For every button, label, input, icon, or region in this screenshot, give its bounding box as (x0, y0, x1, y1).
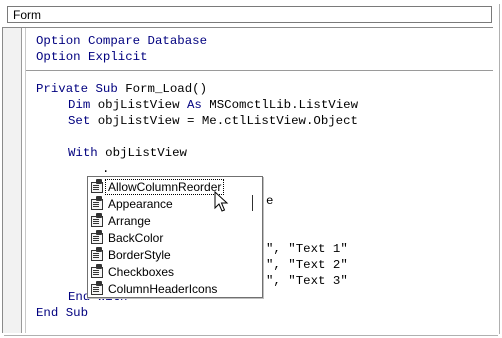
as-keyword: As (186, 98, 202, 112)
object-combo[interactable]: Form (7, 6, 492, 23)
intellisense-item-label: Appearance (108, 196, 173, 211)
code-line-end-sub[interactable]: End Sub (36, 305, 88, 321)
member-dot: . (102, 162, 110, 176)
property-icon (90, 264, 104, 278)
intellisense-scrollbar[interactable] (246, 177, 262, 297)
intellisense-item-label: BackColor (108, 230, 164, 245)
dim-var: objListView (90, 98, 187, 112)
code-line-option-compare[interactable]: Option Compare Database (36, 33, 207, 49)
intellisense-item[interactable]: ColumnHeaderIcons (90, 280, 242, 297)
private-sub-keyword: Private Sub (36, 82, 118, 96)
with-keyword: With (68, 146, 98, 160)
code-partial-e: e (266, 193, 273, 209)
margin-indicator-bar (3, 28, 22, 333)
code-line-sub[interactable]: Private Sub Form_Load() (36, 81, 207, 97)
intellisense-item-label: BorderStyle (108, 247, 171, 262)
property-icon (90, 230, 104, 244)
partial-e-text: e (266, 194, 274, 208)
code-line-text2[interactable]: ", "Text 2" (266, 257, 348, 273)
intellisense-item[interactable]: BackColor (90, 229, 242, 246)
mouse-pointer-icon (214, 191, 229, 212)
property-icon (90, 281, 104, 295)
torn-edge-right (495, 4, 500, 334)
property-icon (90, 179, 104, 193)
procedure-separator (26, 70, 493, 71)
gutter-divider (25, 28, 26, 333)
option-explicit-text: Option Explicit (36, 50, 148, 64)
set-keyword: Set (68, 114, 91, 128)
with-rest: objListView (97, 146, 187, 160)
code-line-set[interactable]: Set objListView = Me.ctlListView.Object (68, 113, 358, 129)
code-line-text3[interactable]: ", "Text 3" (266, 273, 348, 289)
intellisense-item-label: Checkboxes (108, 264, 175, 279)
intellisense-item[interactable]: BorderStyle (90, 246, 242, 263)
intellisense-item-label: ColumnHeaderIcons (108, 281, 218, 296)
object-combo-value: Form (13, 8, 41, 22)
end-sub-keyword: End Sub (36, 306, 89, 320)
intellisense-list[interactable]: AllowColumnReorder Appearance Arrange BackC… (87, 176, 263, 298)
code-line-dot[interactable]: . (102, 161, 109, 177)
sub-name: Form_Load() (117, 82, 208, 96)
dim-type: MSComctlLib.ListView (201, 98, 359, 112)
option-compare-text: Option Compare Database (36, 34, 208, 48)
code-line-option-explicit[interactable]: Option Explicit (36, 49, 148, 65)
code-line-with[interactable]: With objListView (68, 145, 187, 161)
text2-string: ", "Text 2" (266, 258, 348, 272)
property-icon (90, 247, 104, 261)
code-line-text1[interactable]: ", "Text 1" (266, 241, 348, 257)
intellisense-item[interactable]: Checkboxes (90, 263, 242, 280)
property-icon (90, 213, 104, 227)
torn-edge-bottom (4, 332, 498, 336)
intellisense-item[interactable]: Arrange (90, 212, 242, 229)
text3-string: ", "Text 3" (266, 274, 348, 288)
code-line-dim[interactable]: Dim objListView As MSComctlLib.ListView (68, 97, 358, 113)
scroll-thumb[interactable] (252, 195, 253, 211)
text1-string: ", "Text 1" (266, 242, 348, 256)
property-icon (90, 196, 104, 210)
intellisense-item-label: AllowColumnReorder (105, 178, 225, 195)
intellisense-item-label: Arrange (108, 213, 151, 228)
dim-keyword: Dim (68, 98, 91, 112)
vba-editor: Form Option Compare Database Option Expl… (0, 0, 502, 338)
set-rest: objListView = Me.ctlListView.Object (90, 114, 358, 128)
